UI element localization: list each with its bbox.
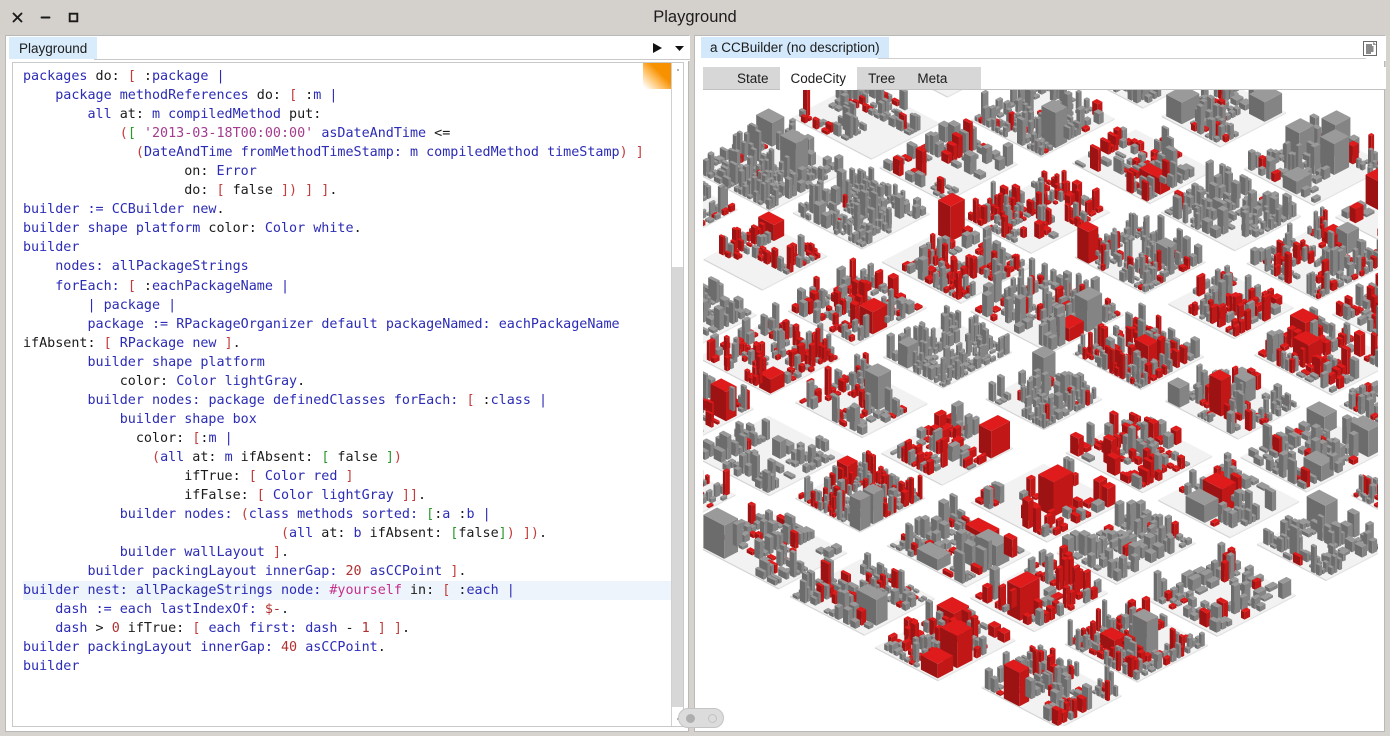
- pane-mode-toggle[interactable]: [678, 708, 724, 728]
- playground-pane: Playground packages do: [ :package | pac…: [5, 35, 724, 732]
- subtab-state[interactable]: State: [726, 67, 780, 90]
- subtab-tree[interactable]: Tree: [857, 67, 907, 90]
- tab-ccbuilder-label: a CCBuilder (no description): [710, 40, 880, 55]
- codecity-visualization[interactable]: [703, 90, 1378, 726]
- subtab-tree-label: Tree: [868, 70, 896, 86]
- inspector-tabbar-divider: [878, 58, 1366, 59]
- codecity-svg: [703, 90, 1378, 726]
- window-controls: [10, 0, 81, 35]
- main-content: Playground packages do: [ :package | pac…: [0, 35, 1390, 736]
- scrollbar-thumb[interactable]: [672, 267, 683, 707]
- inspector-subtabs: State CodeCity Tree Meta: [703, 66, 1386, 90]
- subtab-trailing-spacer: [958, 67, 982, 90]
- chevron-down-icon[interactable]: [672, 40, 686, 56]
- code-editor[interactable]: packages do: [ :package | package method…: [12, 62, 684, 727]
- code-text[interactable]: packages do: [ :package | package method…: [13, 63, 673, 726]
- scroll-up-arrow[interactable]: [672, 63, 683, 77]
- subtab-codecity-label: CodeCity: [790, 70, 847, 86]
- inspector-tabbar: a CCBuilder (no description): [695, 36, 1386, 61]
- close-icon[interactable]: [10, 10, 25, 25]
- subtab-meta-label: Meta: [917, 70, 948, 86]
- editor-scrollbar[interactable]: [671, 63, 683, 726]
- tab-ccbuilder[interactable]: a CCBuilder (no description): [701, 37, 889, 58]
- document-icon[interactable]: [1359, 38, 1381, 59]
- run-icon[interactable]: [650, 40, 664, 56]
- title-bar: Playground: [0, 0, 1390, 35]
- subtab-codecity[interactable]: CodeCity: [779, 67, 858, 90]
- subtab-meta[interactable]: Meta: [906, 67, 959, 90]
- tab-playground-label: Playground: [19, 40, 88, 56]
- minimize-icon[interactable]: [38, 10, 53, 25]
- playground-window: Playground Playground packages do: [ :pa…: [0, 0, 1390, 736]
- tabbar-divider: [94, 59, 690, 60]
- maximize-icon[interactable]: [66, 10, 81, 25]
- inspector-pane: a CCBuilder (no description) State CodeC…: [694, 35, 1386, 732]
- window-title: Playground: [653, 8, 737, 26]
- playground-tabbar: Playground: [6, 36, 690, 61]
- subtab-filler: [981, 67, 1386, 90]
- toggle-dot-active: [685, 713, 695, 723]
- tab-playground[interactable]: Playground: [9, 37, 98, 59]
- toggle-dot-inactive: [707, 713, 717, 723]
- subtab-spacer: [703, 67, 726, 90]
- subtab-state-label: State: [737, 70, 769, 86]
